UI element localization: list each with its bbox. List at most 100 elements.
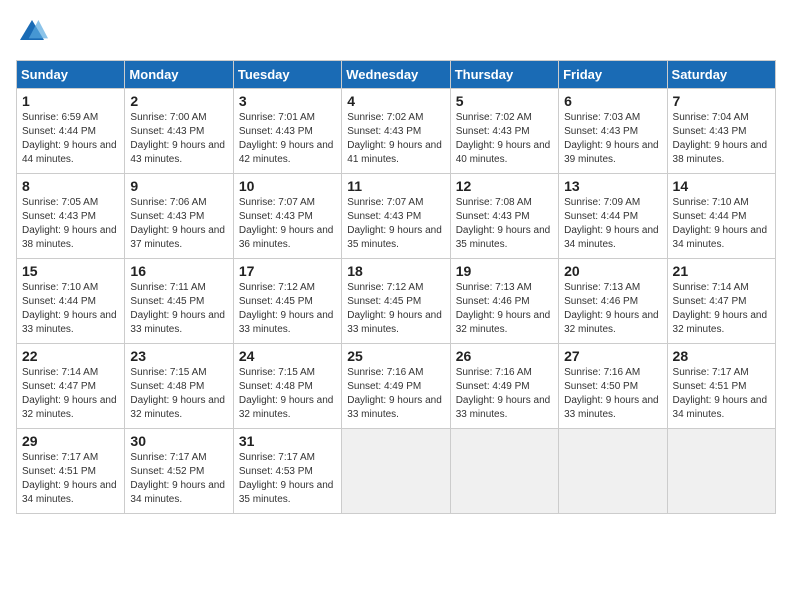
day-number: 9	[130, 178, 227, 194]
day-info: Sunrise: 7:16 AMSunset: 4:49 PMDaylight:…	[347, 367, 442, 420]
day-info: Sunrise: 7:10 AMSunset: 4:44 PMDaylight:…	[22, 282, 117, 335]
table-row: 19Sunrise: 7:13 AMSunset: 4:46 PMDayligh…	[450, 259, 558, 344]
day-of-week-wednesday: Wednesday	[342, 61, 450, 89]
day-info: Sunrise: 7:07 AMSunset: 4:43 PMDaylight:…	[347, 197, 442, 250]
day-number: 12	[456, 178, 553, 194]
day-info: Sunrise: 7:13 AMSunset: 4:46 PMDaylight:…	[564, 282, 659, 335]
table-row	[559, 429, 667, 514]
day-info: Sunrise: 7:14 AMSunset: 4:47 PMDaylight:…	[22, 367, 117, 420]
day-info: Sunrise: 7:09 AMSunset: 4:44 PMDaylight:…	[564, 197, 659, 250]
day-of-week-friday: Friday	[559, 61, 667, 89]
table-row: 20Sunrise: 7:13 AMSunset: 4:46 PMDayligh…	[559, 259, 667, 344]
day-info: Sunrise: 7:12 AMSunset: 4:45 PMDaylight:…	[239, 282, 334, 335]
day-of-week-monday: Monday	[125, 61, 233, 89]
table-row: 22 Sunrise: 7:14 AMSunset: 4:47 PMDayligh…	[17, 344, 125, 429]
table-row: 7 Sunrise: 7:04 AMSunset: 4:43 PMDaylight…	[667, 89, 775, 174]
day-number: 15	[22, 263, 119, 279]
table-row: 26 Sunrise: 7:16 AMSunset: 4:49 PMDayligh…	[450, 344, 558, 429]
day-info: Sunrise: 7:10 AMSunset: 4:44 PMDaylight:…	[673, 197, 768, 250]
day-number: 27	[564, 348, 661, 364]
day-number: 25	[347, 348, 444, 364]
table-row: 23Sunrise: 7:15 AMSunset: 4:48 PMDayligh…	[125, 344, 233, 429]
day-number: 5	[456, 93, 553, 109]
table-row: 21 Sunrise: 7:14 AMSunset: 4:47 PMDayligh…	[667, 259, 775, 344]
logo-icon	[16, 16, 48, 48]
table-row	[342, 429, 450, 514]
table-row: 10 Sunrise: 7:07 AMSunset: 4:43 PMDayligh…	[233, 174, 341, 259]
day-of-week-tuesday: Tuesday	[233, 61, 341, 89]
day-number: 1	[22, 93, 119, 109]
day-info: Sunrise: 7:16 AMSunset: 4:50 PMDaylight:…	[564, 367, 659, 420]
day-number: 10	[239, 178, 336, 194]
day-info: Sunrise: 7:15 AMSunset: 4:48 PMDaylight:…	[130, 367, 225, 420]
day-number: 13	[564, 178, 661, 194]
table-row: 17 Sunrise: 7:12 AMSunset: 4:45 PMDayligh…	[233, 259, 341, 344]
logo	[16, 16, 52, 48]
day-number: 8	[22, 178, 119, 194]
day-number: 11	[347, 178, 444, 194]
day-info: Sunrise: 7:06 AMSunset: 4:43 PMDaylight:…	[130, 197, 225, 250]
day-number: 29	[22, 433, 119, 449]
day-of-week-sunday: Sunday	[17, 61, 125, 89]
day-info: Sunrise: 7:07 AMSunset: 4:43 PMDaylight:…	[239, 197, 334, 250]
day-info: Sunrise: 7:00 AMSunset: 4:43 PMDaylight:…	[130, 112, 225, 165]
table-row: 3 Sunrise: 7:01 AMSunset: 4:43 PMDaylight…	[233, 89, 341, 174]
table-row: 5 Sunrise: 7:02 AMSunset: 4:43 PMDaylight…	[450, 89, 558, 174]
day-number: 21	[673, 263, 770, 279]
day-number: 28	[673, 348, 770, 364]
table-row: 15 Sunrise: 7:10 AMSunset: 4:44 PMDayligh…	[17, 259, 125, 344]
table-row: 29 Sunrise: 7:17 AMSunset: 4:51 PMDayligh…	[17, 429, 125, 514]
table-row: 2 Sunrise: 7:00 AMSunset: 4:43 PMDaylight…	[125, 89, 233, 174]
table-row: 31 Sunrise: 7:17 AMSunset: 4:53 PMDayligh…	[233, 429, 341, 514]
table-row: 25 Sunrise: 7:16 AMSunset: 4:49 PMDayligh…	[342, 344, 450, 429]
day-number: 18	[347, 263, 444, 279]
day-info: Sunrise: 7:02 AMSunset: 4:43 PMDaylight:…	[347, 112, 442, 165]
day-info: Sunrise: 6:59 AMSunset: 4:44 PMDaylight:…	[22, 112, 117, 165]
day-info: Sunrise: 7:04 AMSunset: 4:43 PMDaylight:…	[673, 112, 768, 165]
day-info: Sunrise: 7:17 AMSunset: 4:51 PMDaylight:…	[673, 367, 768, 420]
table-row: 4 Sunrise: 7:02 AMSunset: 4:43 PMDaylight…	[342, 89, 450, 174]
day-number: 19	[456, 263, 553, 279]
table-row	[667, 429, 775, 514]
table-row: 18 Sunrise: 7:12 AMSunset: 4:45 PMDayligh…	[342, 259, 450, 344]
table-row: 8 Sunrise: 7:05 AMSunset: 4:43 PMDaylight…	[17, 174, 125, 259]
day-info: Sunrise: 7:02 AMSunset: 4:43 PMDaylight:…	[456, 112, 551, 165]
table-row: 9 Sunrise: 7:06 AMSunset: 4:43 PMDaylight…	[125, 174, 233, 259]
calendar-table: SundayMondayTuesdayWednesdayThursdayFrid…	[16, 60, 776, 514]
day-number: 22	[22, 348, 119, 364]
day-number: 26	[456, 348, 553, 364]
day-info: Sunrise: 7:12 AMSunset: 4:45 PMDaylight:…	[347, 282, 442, 335]
day-number: 6	[564, 93, 661, 109]
table-row: 14Sunrise: 7:10 AMSunset: 4:44 PMDayligh…	[667, 174, 775, 259]
page-header	[16, 16, 776, 48]
day-of-week-thursday: Thursday	[450, 61, 558, 89]
table-row: 28 Sunrise: 7:17 AMSunset: 4:51 PMDayligh…	[667, 344, 775, 429]
day-number: 17	[239, 263, 336, 279]
day-number: 30	[130, 433, 227, 449]
day-number: 4	[347, 93, 444, 109]
day-number: 16	[130, 263, 227, 279]
day-info: Sunrise: 7:16 AMSunset: 4:49 PMDaylight:…	[456, 367, 551, 420]
day-info: Sunrise: 7:01 AMSunset: 4:43 PMDaylight:…	[239, 112, 334, 165]
table-row: 27 Sunrise: 7:16 AMSunset: 4:50 PMDayligh…	[559, 344, 667, 429]
day-of-week-saturday: Saturday	[667, 61, 775, 89]
day-info: Sunrise: 7:17 AMSunset: 4:51 PMDaylight:…	[22, 452, 117, 505]
day-number: 31	[239, 433, 336, 449]
day-info: Sunrise: 7:17 AMSunset: 4:52 PMDaylight:…	[130, 452, 225, 505]
table-row: 6 Sunrise: 7:03 AMSunset: 4:43 PMDaylight…	[559, 89, 667, 174]
day-number: 2	[130, 93, 227, 109]
day-info: Sunrise: 7:08 AMSunset: 4:43 PMDaylight:…	[456, 197, 551, 250]
day-info: Sunrise: 7:11 AMSunset: 4:45 PMDaylight:…	[130, 282, 225, 335]
day-info: Sunrise: 7:17 AMSunset: 4:53 PMDaylight:…	[239, 452, 334, 505]
day-number: 24	[239, 348, 336, 364]
day-info: Sunrise: 7:03 AMSunset: 4:43 PMDaylight:…	[564, 112, 659, 165]
table-row: 13 Sunrise: 7:09 AMSunset: 4:44 PMDayligh…	[559, 174, 667, 259]
day-info: Sunrise: 7:05 AMSunset: 4:43 PMDaylight:…	[22, 197, 117, 250]
table-row: 24Sunrise: 7:15 AMSunset: 4:48 PMDayligh…	[233, 344, 341, 429]
table-row: 16 Sunrise: 7:11 AMSunset: 4:45 PMDayligh…	[125, 259, 233, 344]
table-row: 11 Sunrise: 7:07 AMSunset: 4:43 PMDayligh…	[342, 174, 450, 259]
day-number: 3	[239, 93, 336, 109]
table-row: 12 Sunrise: 7:08 AMSunset: 4:43 PMDayligh…	[450, 174, 558, 259]
day-number: 7	[673, 93, 770, 109]
day-info: Sunrise: 7:14 AMSunset: 4:47 PMDaylight:…	[673, 282, 768, 335]
